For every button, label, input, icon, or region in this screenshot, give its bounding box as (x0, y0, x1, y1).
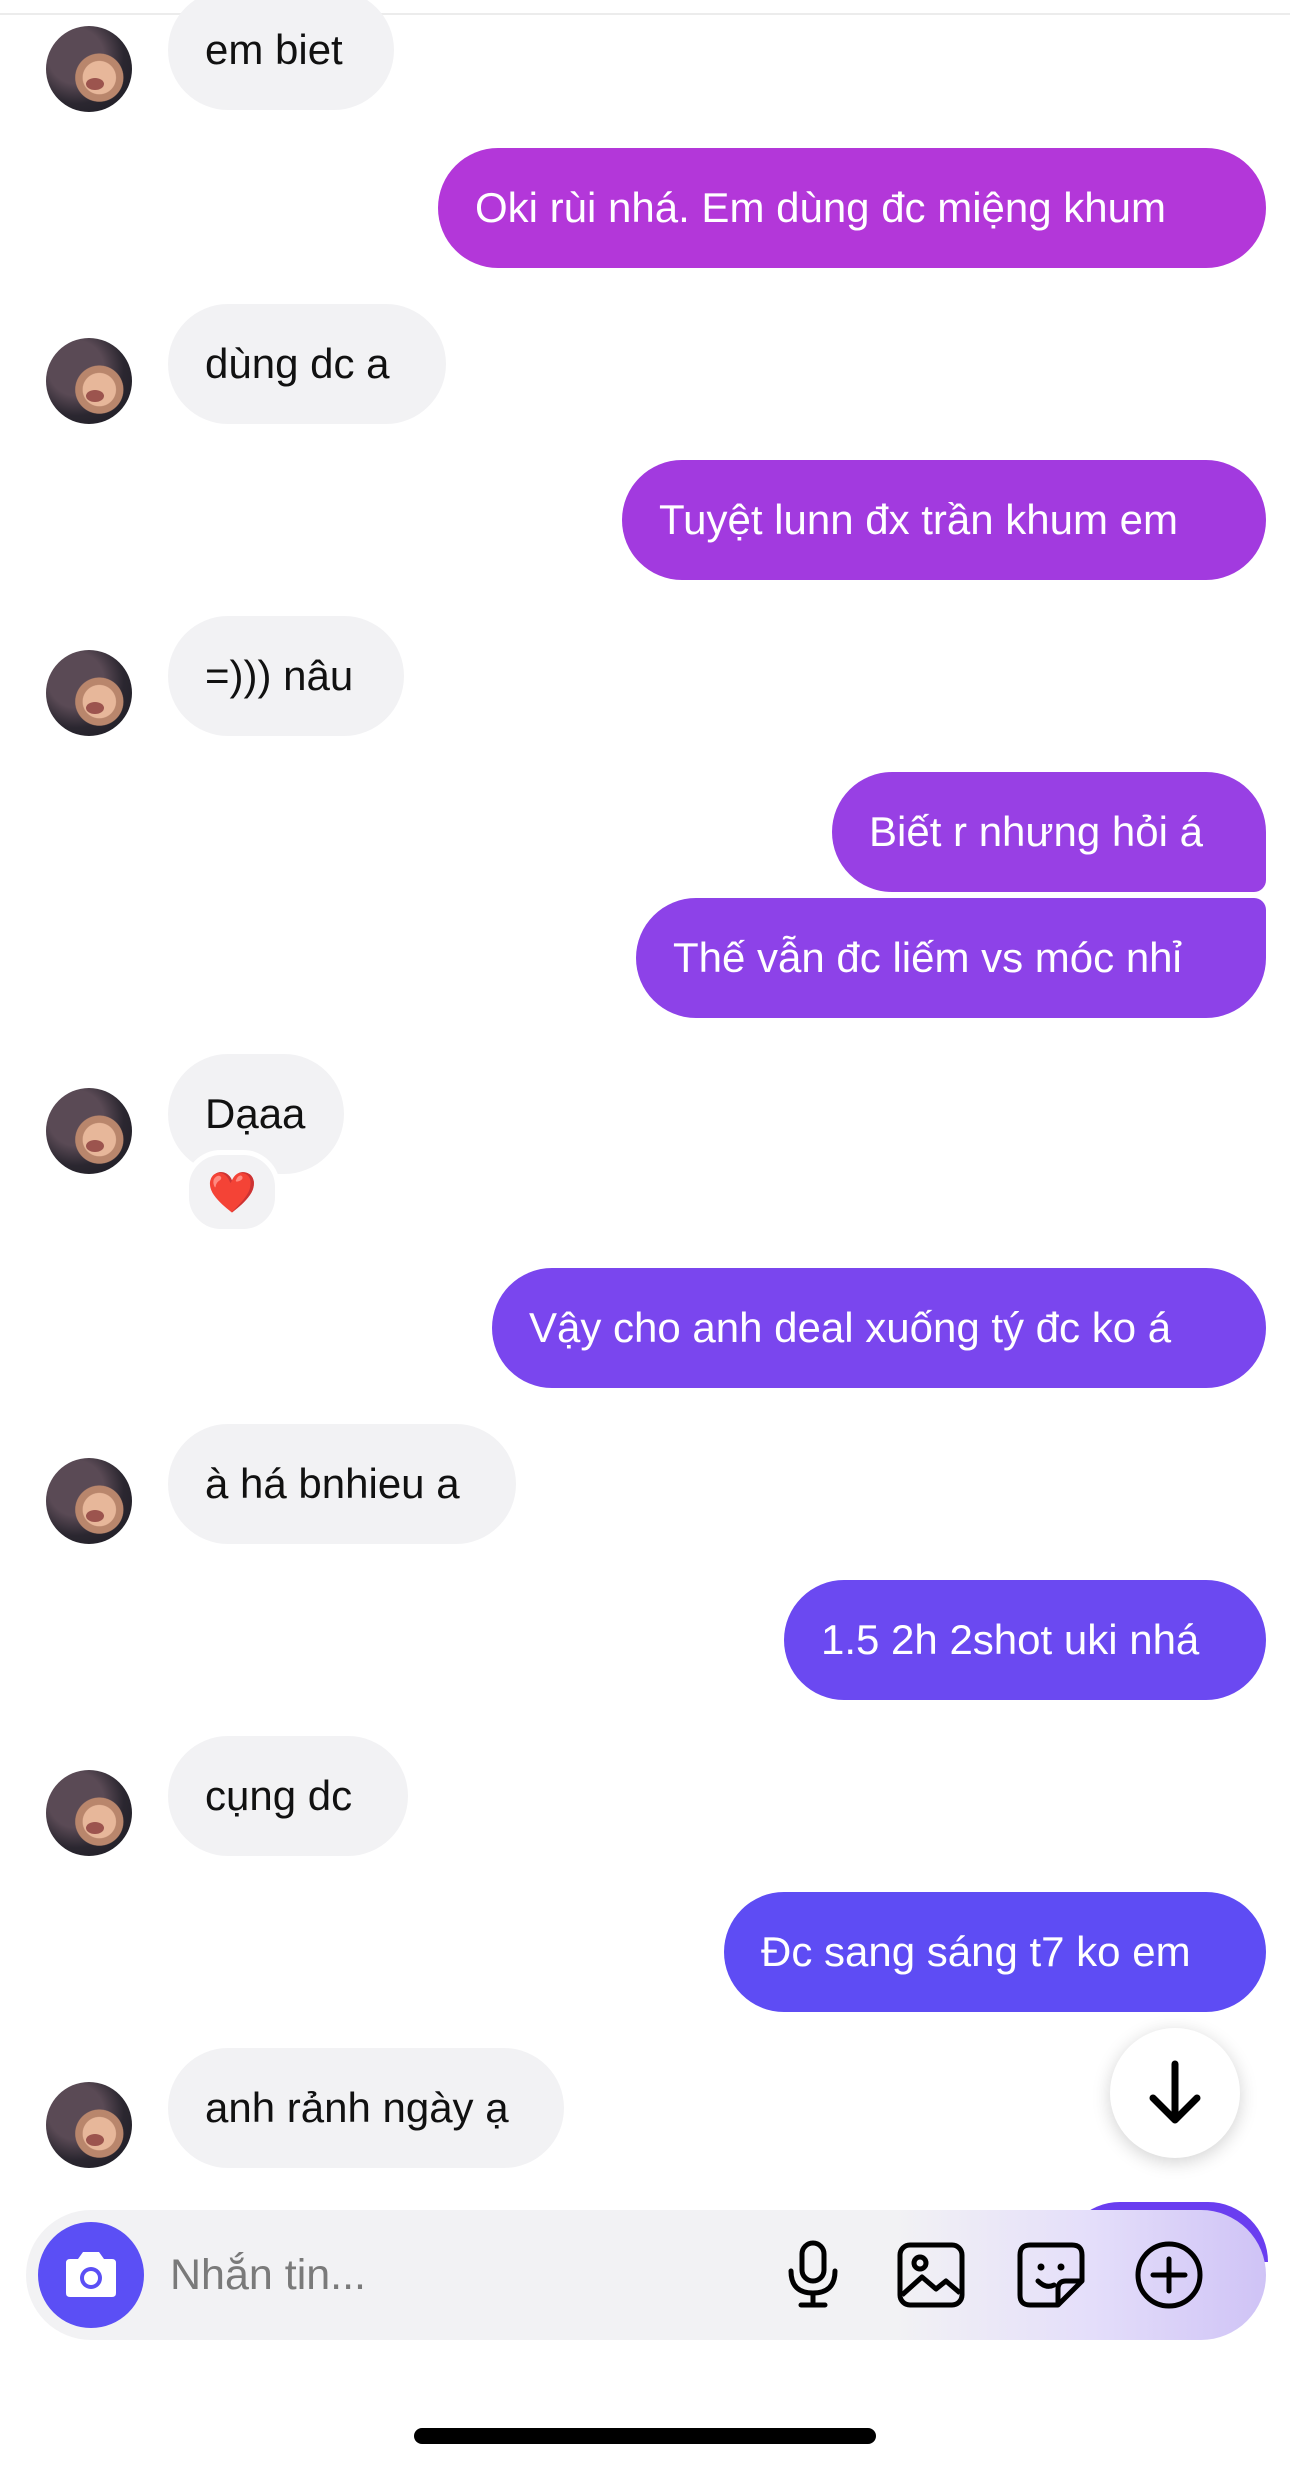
message-bubble-outgoing[interactable]: Biết r nhưng hỏi á (832, 772, 1266, 892)
message-bubble-outgoing[interactable]: Oki rùi nhá. Em dùng đc miệng khum (438, 148, 1266, 268)
avatar[interactable] (46, 1458, 132, 1544)
arrow-down-icon (1149, 2060, 1201, 2124)
message-text: Vậy cho anh deal xuống tý đc ko á (529, 1304, 1172, 1351)
message-bubble-outgoing[interactable]: Vậy cho anh deal xuống tý đc ko á (492, 1268, 1266, 1388)
message-composer: Nhắn tin... (26, 2210, 1266, 2340)
message-text: cụng dc (205, 1772, 353, 1819)
image-button[interactable] (890, 2234, 972, 2316)
microphone-button[interactable] (772, 2234, 854, 2316)
sticker-icon (1017, 2242, 1085, 2308)
message-text: Đc sang sáng t7 ko em (761, 1928, 1191, 1975)
avatar[interactable] (46, 338, 132, 424)
message-bubble-incoming[interactable]: em biet (168, 0, 394, 110)
avatar[interactable] (46, 26, 132, 112)
message-text: Thế vẫn đc liếm vs móc nhỉ (673, 934, 1182, 981)
image-icon (897, 2242, 965, 2308)
avatar[interactable] (46, 1088, 132, 1174)
message-text: 1.5 2h 2shot uki nhá (821, 1616, 1200, 1663)
avatar[interactable] (46, 1770, 132, 1856)
message-bubble-incoming[interactable]: à há bnhieu a (168, 1424, 516, 1544)
message-bubble-incoming[interactable]: dùng dc a (168, 304, 446, 424)
message-bubble-incoming[interactable]: cụng dc (168, 1736, 408, 1856)
message-text: Dạaa (205, 1090, 306, 1137)
message-bubble-outgoing[interactable]: 1.5 2h 2shot uki nhá (784, 1580, 1266, 1700)
reaction-emoji: ❤️ (207, 1170, 257, 1215)
message-text: anh rảnh ngày ạ (205, 2084, 509, 2131)
message-input-placeholder: Nhắn tin... (170, 2250, 366, 2299)
message-text: dùng dc a (205, 340, 390, 387)
message-text: Tuyệt lunn đx trần khum em (659, 496, 1179, 543)
message-text: à há bnhieu a (205, 1460, 460, 1507)
message-text: Biết r nhưng hỏi á (869, 808, 1203, 855)
message-text: Oki rùi nhá. Em dùng đc miệng khum (475, 184, 1166, 231)
microphone-icon (788, 2240, 838, 2308)
camera-icon (66, 2252, 116, 2297)
heart-reaction-icon[interactable]: ❤️ (184, 1150, 280, 1234)
message-text: =))) nâu (205, 652, 354, 699)
add-button[interactable] (1128, 2234, 1210, 2316)
home-indicator[interactable] (414, 2428, 876, 2444)
sticker-button[interactable] (1010, 2234, 1092, 2316)
message-bubble-outgoing[interactable]: Tuyệt lunn đx trần khum em (622, 460, 1266, 580)
avatar[interactable] (46, 2082, 132, 2168)
message-bubble-outgoing[interactable]: Đc sang sáng t7 ko em (724, 1892, 1266, 2012)
scroll-to-bottom-button[interactable] (1110, 2028, 1240, 2158)
avatar[interactable] (46, 650, 132, 736)
camera-button[interactable] (38, 2222, 144, 2328)
message-text: em biet (205, 26, 343, 73)
plus-circle-icon (1135, 2241, 1203, 2309)
message-bubble-incoming[interactable]: anh rảnh ngày ạ (168, 2048, 564, 2168)
message-bubble-incoming[interactable]: =))) nâu (168, 616, 404, 736)
message-bubble-outgoing[interactable]: Thế vẫn đc liếm vs móc nhỉ (636, 898, 1266, 1018)
message-input[interactable]: Nhắn tin... (170, 2210, 366, 2340)
